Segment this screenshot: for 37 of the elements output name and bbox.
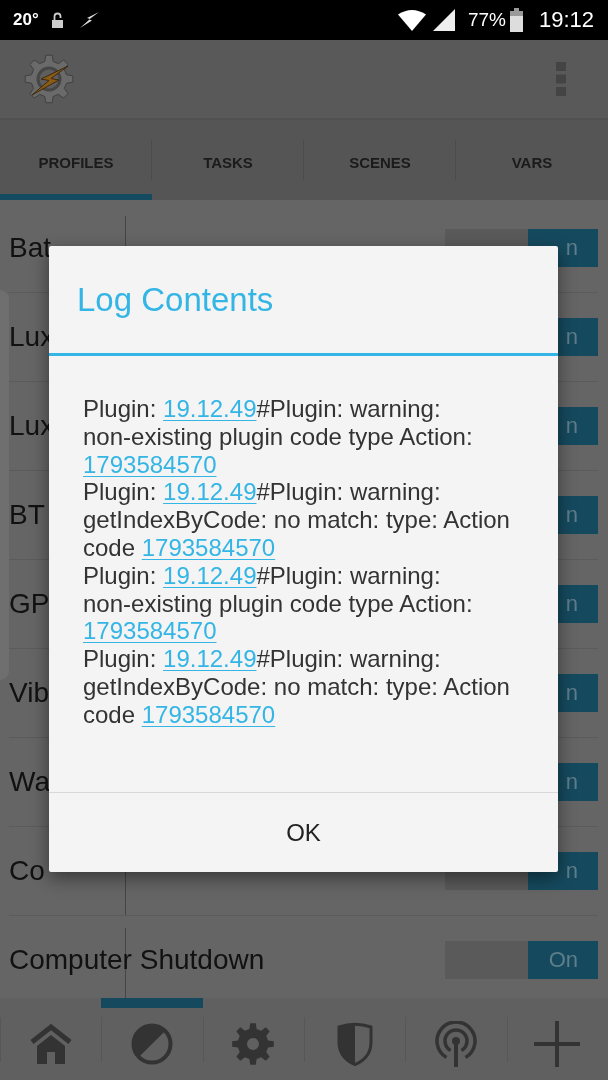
log-entry: Plugin: 19.12.49#Plugin: warning: getIndexByCode: no match: type: Action code 1793584570 <box>83 645 511 729</box>
padlock-icon <box>51 12 63 28</box>
profile-name[interactable]: Vib <box>9 677 49 709</box>
profile-name[interactable]: Computer Shutdown <box>9 944 265 976</box>
cell-signal-icon <box>432 9 455 31</box>
code-link[interactable]: 1793584570 <box>83 450 217 478</box>
version-link[interactable]: 19.12.49 <box>163 561 257 589</box>
antenna-icon <box>433 1021 478 1067</box>
version-link[interactable]: 19.12.49 <box>163 645 257 673</box>
battery-icon <box>509 8 523 32</box>
home-icon <box>28 1024 73 1064</box>
gear-icon <box>232 1023 275 1065</box>
version-link[interactable]: 19.12.49 <box>163 395 257 422</box>
profile-name[interactable]: GP <box>9 588 50 620</box>
log-entry: Plugin: 19.12.49#Plugin: warning: non-existing plugin code type Action: 1793584570 <box>83 561 474 646</box>
profile-name[interactable]: Co <box>9 855 45 887</box>
code-link[interactable]: 1793584570 <box>141 700 276 728</box>
ok-button[interactable]: OK <box>49 793 558 872</box>
shield-icon <box>336 1022 373 1066</box>
code-link[interactable]: 1793584570 <box>83 617 217 645</box>
clock-text: 19:12 <box>538 7 594 33</box>
profile-name[interactable]: Bat <box>9 232 52 264</box>
version-link[interactable]: 19.12.49 <box>163 478 257 506</box>
contrast-icon <box>131 1023 173 1065</box>
battery-percent-text: 77% <box>467 9 506 31</box>
tab[interactable]: VARS <box>456 120 608 200</box>
code-link[interactable]: 1793584570 <box>141 534 276 561</box>
profile-name[interactable]: BT <box>9 499 45 531</box>
gear-bolt-icon <box>24 54 74 104</box>
profile-name[interactable]: Wa <box>9 766 50 798</box>
temperature-text: 20° <box>13 10 39 30</box>
log-entry: Plugin: 19.12.49#Plugin: warning: non-existing plugin code type Action: 1793584570 <box>83 395 474 479</box>
log-entry: Plugin: 19.12.49#Plugin: warning: getIndexByCode: no match: type: Action code 1793584570 <box>83 478 511 562</box>
dialog-title: Log Contents <box>77 280 274 319</box>
plus-icon <box>534 1021 581 1067</box>
toggle-switch[interactable]: On <box>445 941 598 979</box>
wifi-icon <box>397 9 426 31</box>
